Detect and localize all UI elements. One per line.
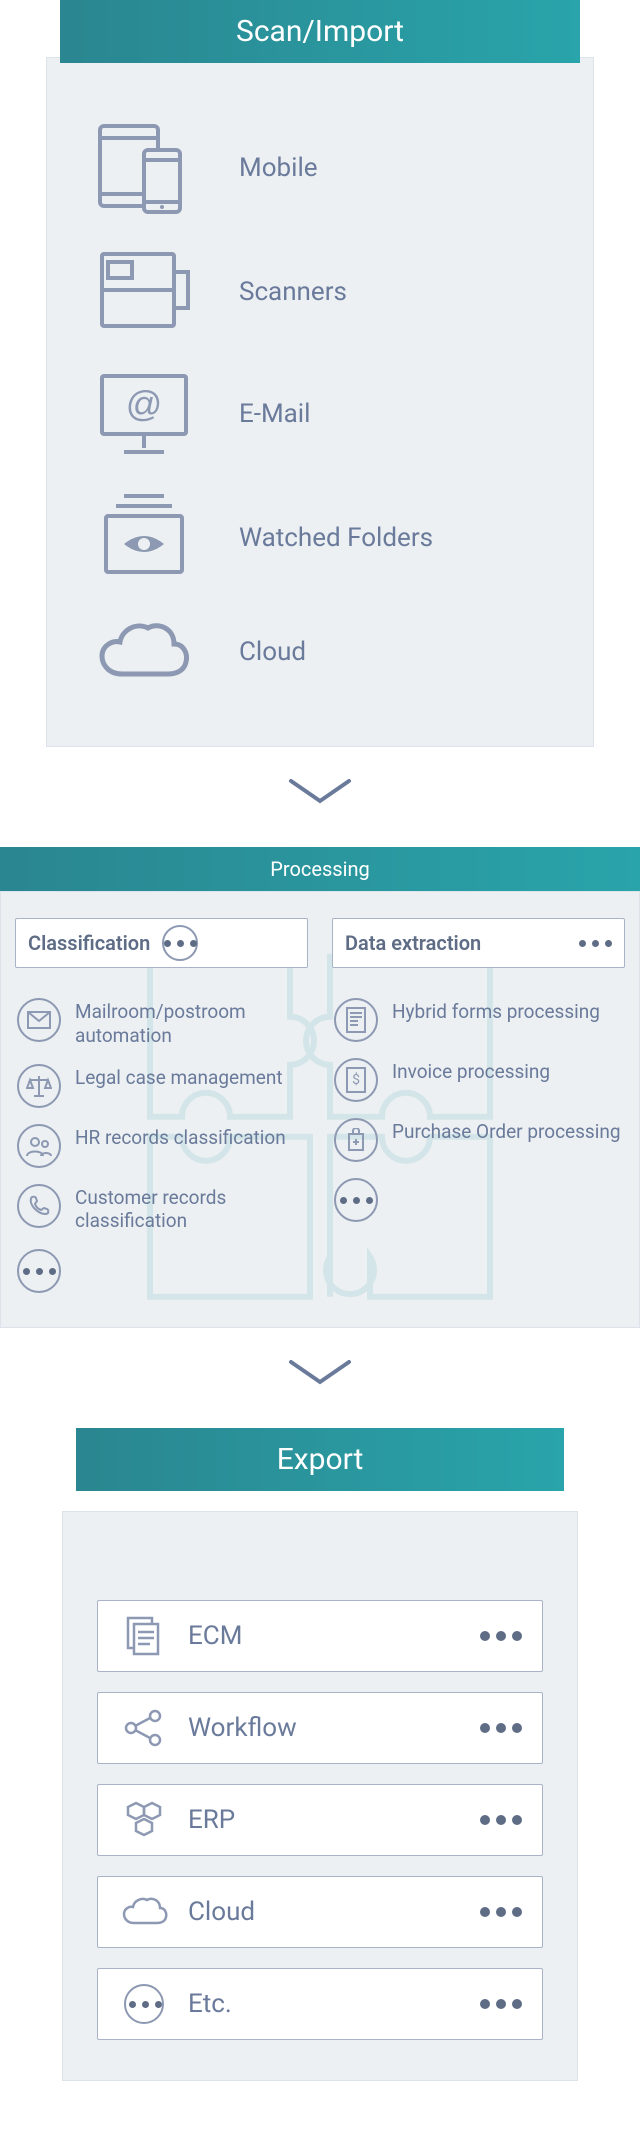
export-item-label: Cloud xyxy=(188,1897,255,1927)
scan-import-header: Scan/Import xyxy=(60,0,580,63)
export-item-ecm: ECM xyxy=(97,1600,543,1672)
classification-item-label: HR records classification xyxy=(75,1124,286,1150)
export-item-etc: Etc. xyxy=(97,1968,543,2040)
scan-item-cloud: Cloud xyxy=(57,602,583,702)
scan-item-mobile: Mobile xyxy=(57,106,583,230)
flow-chevron-icon xyxy=(0,747,640,847)
flow-chevron-icon xyxy=(0,1328,640,1428)
export-section: Export ECM Workflow xyxy=(0,1428,640,2121)
scan-item-label: E-Mail xyxy=(239,399,310,429)
people-icon xyxy=(17,1124,61,1168)
more-icon xyxy=(480,1723,522,1733)
form-icon xyxy=(334,998,378,1042)
export-item-label: ECM xyxy=(188,1621,242,1651)
invoice-icon: $ xyxy=(334,1058,378,1102)
mobile-device-icon xyxy=(79,120,209,216)
scan-item-label: Mobile xyxy=(239,153,318,183)
extraction-item: Purchase Order processing xyxy=(332,1110,625,1170)
svg-text:@: @ xyxy=(126,383,163,424)
erp-hex-icon xyxy=(118,1799,170,1841)
processing-title: Processing xyxy=(270,857,369,881)
scan-item-label: Scanners xyxy=(239,277,347,307)
classification-item: Customer records classification xyxy=(15,1176,308,1242)
classification-item: Mailroom/postroom automation xyxy=(15,990,308,1056)
export-item-label: Workflow xyxy=(188,1713,297,1743)
classification-pill: Classification xyxy=(15,918,308,968)
watched-folder-icon xyxy=(79,488,209,588)
export-item-cloud: Cloud xyxy=(97,1876,543,1948)
extraction-item: $ Invoice processing xyxy=(332,1050,625,1110)
more-icon xyxy=(334,1178,378,1222)
scales-icon xyxy=(17,1064,61,1108)
export-item-label: ERP xyxy=(188,1805,235,1835)
export-item-workflow: Workflow xyxy=(97,1692,543,1764)
scan-item-label: Cloud xyxy=(239,637,306,667)
envelope-icon xyxy=(17,998,61,1042)
email-monitor-icon: @ xyxy=(79,368,209,460)
more-icon xyxy=(579,940,612,947)
classification-item-label: Mailroom/postroom automation xyxy=(75,998,306,1048)
classification-item: HR records classification xyxy=(15,1116,308,1176)
export-title: Export xyxy=(277,1442,364,1477)
export-item-label: Etc. xyxy=(188,1989,232,2019)
classification-item: Legal case management xyxy=(15,1056,308,1116)
export-header: Export xyxy=(76,1428,564,1491)
scanner-icon xyxy=(79,244,209,340)
processing-panel: Classification Mailroom/postroom automat… xyxy=(0,891,640,1328)
documents-stack-icon xyxy=(118,1614,170,1658)
extraction-column: Data extraction Hybrid forms processing … xyxy=(332,918,625,1301)
export-panel: ECM Workflow ERP xyxy=(62,1511,578,2081)
more-icon xyxy=(480,1631,522,1641)
more-circle-icon xyxy=(118,1984,170,2024)
scan-import-section: Scan/Import Mobile xyxy=(0,0,640,747)
more-icon xyxy=(162,925,198,961)
svg-text:$: $ xyxy=(352,1071,360,1088)
classification-more xyxy=(15,1241,308,1301)
decorative-strip xyxy=(62,1491,578,1513)
extraction-item-label: Purchase Order processing xyxy=(392,1118,621,1144)
processing-section: Processing Classification xyxy=(0,847,640,1328)
classification-title: Classification xyxy=(28,931,150,955)
workflow-icon xyxy=(118,1708,170,1748)
extraction-pill: Data extraction xyxy=(332,918,625,968)
more-icon xyxy=(480,1815,522,1825)
extraction-item-label: Hybrid forms processing xyxy=(392,998,600,1024)
classification-item-label: Legal case management xyxy=(75,1064,283,1090)
extraction-item-label: Invoice processing xyxy=(392,1058,550,1084)
cloud-icon xyxy=(79,616,209,688)
scan-item-scanners: Scanners xyxy=(57,230,583,354)
scan-item-email: @ E-Mail xyxy=(57,354,583,474)
purchase-order-icon xyxy=(334,1118,378,1162)
scan-item-label: Watched Folders xyxy=(239,523,433,553)
classification-item-label: Customer records classification xyxy=(75,1184,306,1234)
cloud-icon xyxy=(118,1895,170,1929)
extraction-title: Data extraction xyxy=(345,931,481,955)
extraction-item: Hybrid forms processing xyxy=(332,990,625,1050)
scan-item-watched: Watched Folders xyxy=(57,474,583,602)
more-icon xyxy=(480,1999,522,2009)
export-item-erp: ERP xyxy=(97,1784,543,1856)
scan-import-title: Scan/Import xyxy=(236,14,404,49)
extraction-more xyxy=(332,1170,625,1230)
scan-import-panel: Mobile Scanners @ xyxy=(46,57,594,747)
processing-header: Processing xyxy=(0,847,640,891)
classification-column: Classification Mailroom/postroom automat… xyxy=(15,918,308,1301)
more-icon xyxy=(17,1249,61,1293)
more-icon xyxy=(480,1907,522,1917)
phone-icon xyxy=(17,1184,61,1228)
